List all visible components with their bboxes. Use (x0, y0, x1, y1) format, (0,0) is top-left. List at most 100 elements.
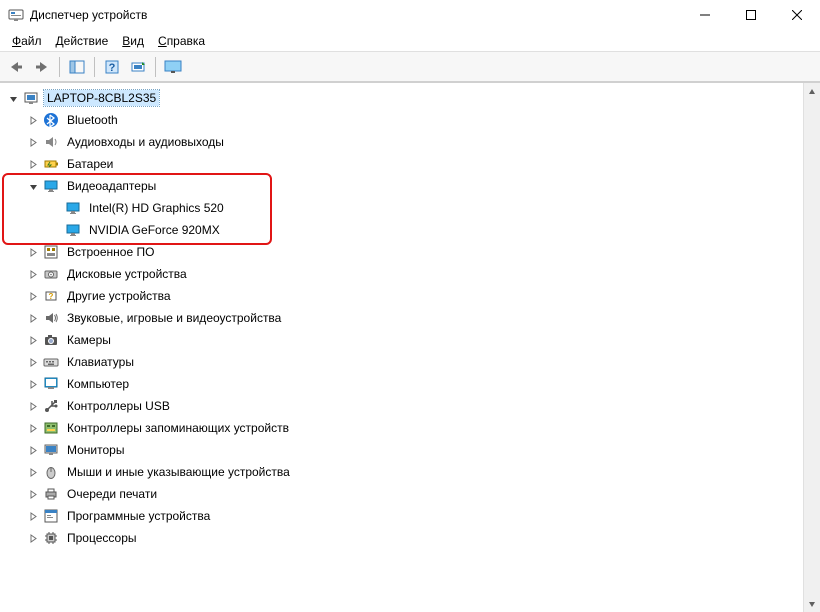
tree-node[interactable]: Видеоадаптеры (4, 175, 803, 197)
chevron-right-icon[interactable] (26, 355, 40, 369)
tree-node[interactable]: Компьютер (4, 373, 803, 395)
chevron-right-icon[interactable] (26, 245, 40, 259)
menu-view[interactable]: Вид (116, 32, 150, 50)
tree-node-label: Bluetooth (64, 112, 121, 128)
tree-node-label: Мыши и иные указывающие устройства (64, 464, 293, 480)
svg-text:?: ? (109, 62, 116, 74)
keyboard-icon (42, 353, 60, 371)
tree-node-label: LAPTOP-8CBL2S35 (44, 90, 159, 106)
chevron-right-icon[interactable] (26, 487, 40, 501)
chevron-right-icon[interactable] (26, 509, 40, 523)
tree-node-label: Батареи (64, 156, 116, 172)
scroll-up-button[interactable] (804, 83, 820, 100)
close-button[interactable] (774, 0, 820, 30)
scan-hardware-button[interactable] (126, 55, 150, 79)
tree-node[interactable]: Bluetooth (4, 109, 803, 131)
tree-node[interactable]: Процессоры (4, 527, 803, 549)
tree-node[interactable]: ?Другие устройства (4, 285, 803, 307)
chevron-right-icon[interactable] (26, 377, 40, 391)
printer-icon (42, 485, 60, 503)
nav-forward-button[interactable] (30, 55, 54, 79)
menu-bar: Файл Действие Вид Справка (0, 30, 820, 52)
tree-node-label: Клавиатуры (64, 354, 137, 370)
app-icon (8, 7, 24, 23)
chevron-right-icon[interactable] (26, 157, 40, 171)
chevron-right-icon[interactable] (26, 267, 40, 281)
vertical-scrollbar[interactable] (803, 83, 820, 612)
menu-action[interactable]: Действие (50, 32, 115, 50)
display-icon (42, 177, 60, 195)
chevron-down-icon[interactable] (26, 179, 40, 193)
chevron-right-icon[interactable] (26, 443, 40, 457)
tree-node-label: Другие устройства (64, 288, 174, 304)
tree-node[interactable]: Контроллеры USB (4, 395, 803, 417)
root-icon (22, 89, 40, 107)
tree-node-label: NVIDIA GeForce 920MX (86, 222, 223, 238)
tree-node[interactable]: Встроенное ПО (4, 241, 803, 263)
tree-node[interactable]: Программные устройства (4, 505, 803, 527)
tree-node[interactable]: NVIDIA GeForce 920MX (4, 219, 803, 241)
tree-node-label: Камеры (64, 332, 114, 348)
maximize-button[interactable] (728, 0, 774, 30)
toolbar-separator (94, 57, 95, 77)
chevron-right-icon[interactable] (26, 333, 40, 347)
tree-node[interactable]: Батареи (4, 153, 803, 175)
audio-icon (42, 133, 60, 151)
chevron-right-icon[interactable] (26, 421, 40, 435)
show-hide-tree-button[interactable] (65, 55, 89, 79)
nav-back-button[interactable] (4, 55, 28, 79)
title-bar: Диспетчер устройств (0, 0, 820, 30)
chevron-right-icon[interactable] (26, 311, 40, 325)
tree-node[interactable]: Мониторы (4, 439, 803, 461)
chevron-right-icon[interactable] (26, 289, 40, 303)
camera-icon (42, 331, 60, 349)
monitor-view-button[interactable] (161, 55, 185, 79)
tree-node[interactable]: Intel(R) HD Graphics 520 (4, 197, 803, 219)
monitor-icon (42, 441, 60, 459)
disk-icon (42, 265, 60, 283)
tree-node-label: Компьютер (64, 376, 132, 392)
window-buttons (682, 0, 820, 30)
tree-node-label: Очереди печати (64, 486, 160, 502)
tree-node[interactable]: Дисковые устройства (4, 263, 803, 285)
tree-node[interactable]: LAPTOP-8CBL2S35 (4, 87, 803, 109)
display-icon (64, 221, 82, 239)
tree-node-label: Дисковые устройства (64, 266, 190, 282)
toolbar-separator (59, 57, 60, 77)
toolbar-separator (155, 57, 156, 77)
battery-icon (42, 155, 60, 173)
chevron-right-icon[interactable] (26, 113, 40, 127)
tree-node[interactable]: Мыши и иные указывающие устройства (4, 461, 803, 483)
tree-node[interactable]: Контроллеры запоминающих устройств (4, 417, 803, 439)
tree-node-label: Программные устройства (64, 508, 213, 524)
scroll-down-button[interactable] (804, 595, 820, 612)
tree-node-label: Встроенное ПО (64, 244, 157, 260)
tree-node[interactable]: Клавиатуры (4, 351, 803, 373)
storagectrl-icon (42, 419, 60, 437)
tree-node[interactable]: Аудиовходы и аудиовыходы (4, 131, 803, 153)
software-icon (42, 507, 60, 525)
display-icon (64, 199, 82, 217)
chevron-right-icon[interactable] (26, 465, 40, 479)
help-button[interactable]: ? (100, 55, 124, 79)
chevron-right-icon[interactable] (26, 531, 40, 545)
usb-icon (42, 397, 60, 415)
menu-help[interactable]: Справка (152, 32, 211, 50)
sound-icon (42, 309, 60, 327)
tree-node-label: Аудиовходы и аудиовыходы (64, 134, 227, 150)
tree-node[interactable]: Звуковые, игровые и видеоустройства (4, 307, 803, 329)
tree-node[interactable]: Камеры (4, 329, 803, 351)
chevron-right-icon[interactable] (26, 399, 40, 413)
other-icon: ? (42, 287, 60, 305)
chevron-down-icon[interactable] (6, 91, 20, 105)
tree-node[interactable]: Очереди печати (4, 483, 803, 505)
tree-node-label: Звуковые, игровые и видеоустройства (64, 310, 284, 326)
firmware-icon (42, 243, 60, 261)
toolbar: ? (0, 52, 820, 82)
menu-file[interactable]: Файл (6, 32, 48, 50)
cpu-icon (42, 529, 60, 547)
chevron-right-icon[interactable] (26, 135, 40, 149)
device-tree[interactable]: LAPTOP-8CBL2S35 Bluetooth Аудиовходы и ауд… (0, 83, 803, 612)
minimize-button[interactable] (682, 0, 728, 30)
tree-node-label: Видеоадаптеры (64, 178, 159, 194)
